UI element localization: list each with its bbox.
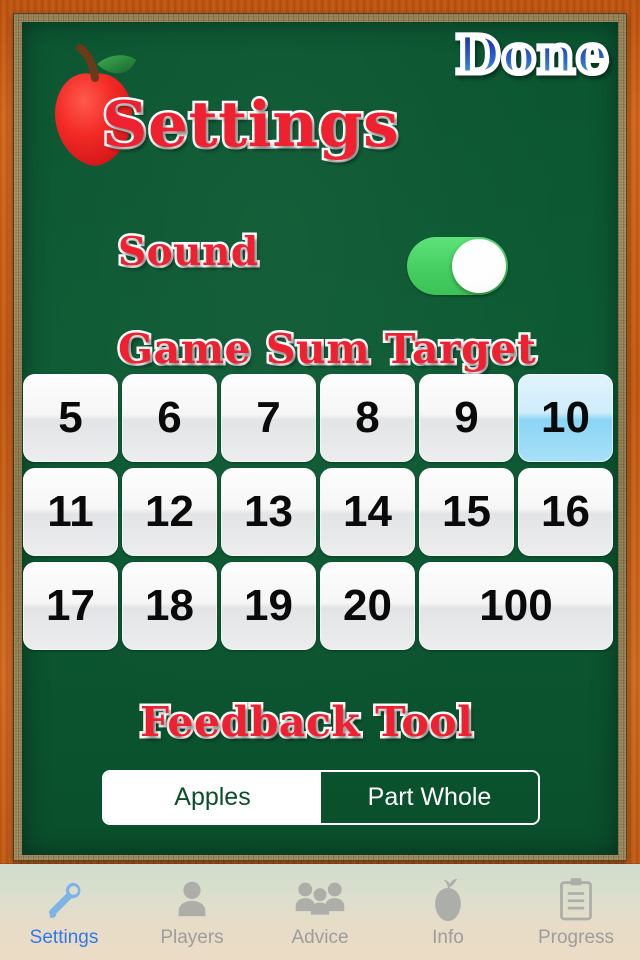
sum-target-button-12[interactable]: 12 xyxy=(122,468,217,556)
tab-label: Advice xyxy=(291,927,349,948)
sum-target-button-5[interactable]: 5 xyxy=(23,374,118,462)
chalkboard-frame: Settings Done Sound Game Sum Target 5678… xyxy=(13,13,627,861)
sum-target-button-20[interactable]: 20 xyxy=(320,562,415,650)
sum-target-button-8[interactable]: 8 xyxy=(320,374,415,462)
chalkboard-surface: Settings Done Sound Game Sum Target 5678… xyxy=(22,22,618,855)
person-icon xyxy=(169,873,215,925)
sum-target-button-11[interactable]: 11 xyxy=(23,468,118,556)
tab-label: Progress xyxy=(537,927,615,948)
app-root: Settings Done Sound Game Sum Target 5678… xyxy=(0,0,640,960)
sum-target-button-16[interactable]: 16 xyxy=(518,468,613,556)
tab-info[interactable]: Info xyxy=(384,864,512,960)
tab-label: Players xyxy=(160,927,224,948)
sum-target-button-15[interactable]: 15 xyxy=(419,468,514,556)
sum-target-button-6[interactable]: 6 xyxy=(122,374,217,462)
done-button[interactable]: Done xyxy=(453,25,612,86)
tab-players[interactable]: Players xyxy=(128,864,256,960)
sum-target-button-7[interactable]: 7 xyxy=(221,374,316,462)
feedback-segment-part-whole[interactable]: Part Whole xyxy=(321,772,538,823)
sum-target-button-17[interactable]: 17 xyxy=(23,562,118,650)
tab-advice[interactable]: Advice xyxy=(256,864,384,960)
sum-target-button-13[interactable]: 13 xyxy=(221,468,316,556)
sum-target-button-10[interactable]: 10 xyxy=(518,374,613,462)
page-title: Settings xyxy=(99,87,401,161)
wrench-icon xyxy=(41,873,87,925)
sum-target-button-14[interactable]: 14 xyxy=(320,468,415,556)
feedback-segment-apples[interactable]: Apples xyxy=(104,772,321,823)
apple-icon xyxy=(426,873,470,925)
tab-label: Info xyxy=(432,927,464,948)
tab-bar: Settings Players Advice Info Progress xyxy=(0,864,640,960)
toggle-knob xyxy=(452,239,506,293)
clipboard-icon xyxy=(556,873,596,925)
game-sum-target-label: Game Sum Target xyxy=(115,323,538,376)
sound-toggle[interactable] xyxy=(407,237,508,295)
tab-progress[interactable]: Progress xyxy=(512,864,640,960)
sum-target-button-18[interactable]: 18 xyxy=(122,562,217,650)
feedback-tool-segmented-control: Apples Part Whole xyxy=(102,770,540,825)
sum-target-button-100[interactable]: 100 xyxy=(419,562,613,650)
sum-target-button-9[interactable]: 9 xyxy=(419,374,514,462)
feedback-tool-label: Feedback Tool xyxy=(137,696,475,749)
people-icon xyxy=(294,873,346,925)
tab-settings[interactable]: Settings xyxy=(0,864,128,960)
tab-label: Settings xyxy=(29,927,99,948)
sound-label: Sound xyxy=(116,228,261,277)
sum-target-button-19[interactable]: 19 xyxy=(221,562,316,650)
game-sum-target-grid: 5 6 7 8 9 10 11 12 13 14 15 16 17 18 19 20 100 xyxy=(23,374,617,650)
